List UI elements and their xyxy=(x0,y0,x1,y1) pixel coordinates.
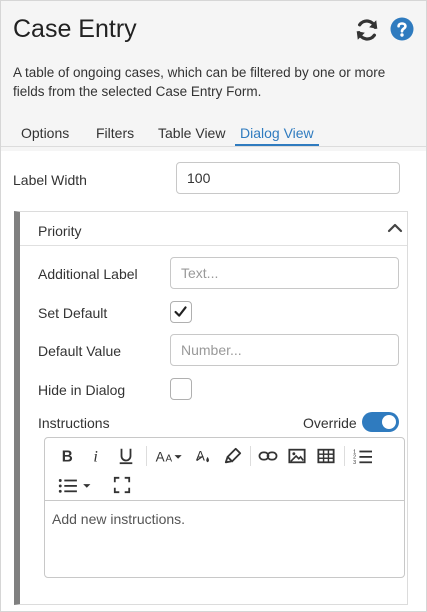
instructions-label: Instructions xyxy=(38,415,110,431)
toolbar-separator xyxy=(250,446,251,466)
svg-text:B: B xyxy=(62,448,73,465)
toolbar-separator xyxy=(344,446,345,466)
unordered-list-icon[interactable] xyxy=(55,473,97,497)
panel-header: Case Entry A table of ongoing cases, whi… xyxy=(1,1,426,151)
tab-dialog-view[interactable]: Dialog View xyxy=(240,125,314,141)
hide-in-dialog-checkbox[interactable] xyxy=(170,378,192,400)
svg-text:3: 3 xyxy=(353,460,356,465)
set-default-checkbox[interactable] xyxy=(170,301,192,323)
additional-label-label: Additional Label xyxy=(38,266,138,282)
panel-description: A table of ongoing cases, which can be f… xyxy=(13,65,386,99)
underline-icon[interactable] xyxy=(115,444,137,468)
checkmark-icon xyxy=(174,306,187,317)
default-value-label: Default Value xyxy=(38,343,122,359)
svg-text:A: A xyxy=(196,449,205,464)
italic-icon[interactable]: i xyxy=(87,444,107,468)
tab-bar: Options Filters Table View Dialog View xyxy=(1,122,426,146)
field-card-priority: Priority Additional Label Set Default De… xyxy=(14,211,408,605)
hide-in-dialog-label: Hide in Dialog xyxy=(38,382,126,398)
svg-text:A: A xyxy=(166,453,173,464)
additional-label-input[interactable] xyxy=(170,257,399,289)
instructions-text-area[interactable]: Add new instructions. xyxy=(52,511,185,527)
font-color-icon[interactable]: A xyxy=(193,444,215,468)
instructions-editor: B i AA A 1 2 3 Add new instructions. xyxy=(44,437,405,578)
page-title: Case Entry xyxy=(13,15,137,43)
highlight-icon[interactable] xyxy=(222,444,244,468)
override-toggle[interactable] xyxy=(362,412,399,432)
fullscreen-icon[interactable] xyxy=(111,473,133,497)
label-width-label: Label Width xyxy=(13,172,87,188)
chevron-up-icon[interactable] xyxy=(387,220,403,236)
refresh-icon[interactable] xyxy=(354,17,380,43)
table-icon[interactable] xyxy=(315,444,337,468)
question-circle-icon[interactable] xyxy=(390,17,414,41)
ordered-list-icon[interactable]: 123 xyxy=(351,444,375,468)
link-icon[interactable] xyxy=(257,444,279,468)
case-entry-panel: Case Entry A table of ongoing cases, whi… xyxy=(0,0,427,612)
header-divider xyxy=(1,146,426,147)
editor-toolbar: B i AA A 1 2 3 xyxy=(45,438,404,501)
card-header-divider xyxy=(20,245,407,246)
field-name-label: Priority xyxy=(38,223,82,239)
tab-filters[interactable]: Filters xyxy=(96,125,134,141)
tab-table-view[interactable]: Table View xyxy=(158,125,225,141)
image-icon[interactable] xyxy=(286,444,308,468)
tab-options[interactable]: Options xyxy=(21,125,69,141)
default-value-input[interactable] xyxy=(170,334,399,366)
toolbar-separator xyxy=(146,446,147,466)
font-size-icon[interactable]: AA xyxy=(153,444,187,468)
override-label: Override xyxy=(303,415,357,431)
set-default-label: Set Default xyxy=(38,305,108,321)
svg-text:A: A xyxy=(156,449,165,464)
toggle-knob xyxy=(382,415,396,429)
bold-icon[interactable]: B xyxy=(57,444,79,468)
label-width-input[interactable] xyxy=(176,162,400,194)
svg-text:i: i xyxy=(93,447,98,465)
